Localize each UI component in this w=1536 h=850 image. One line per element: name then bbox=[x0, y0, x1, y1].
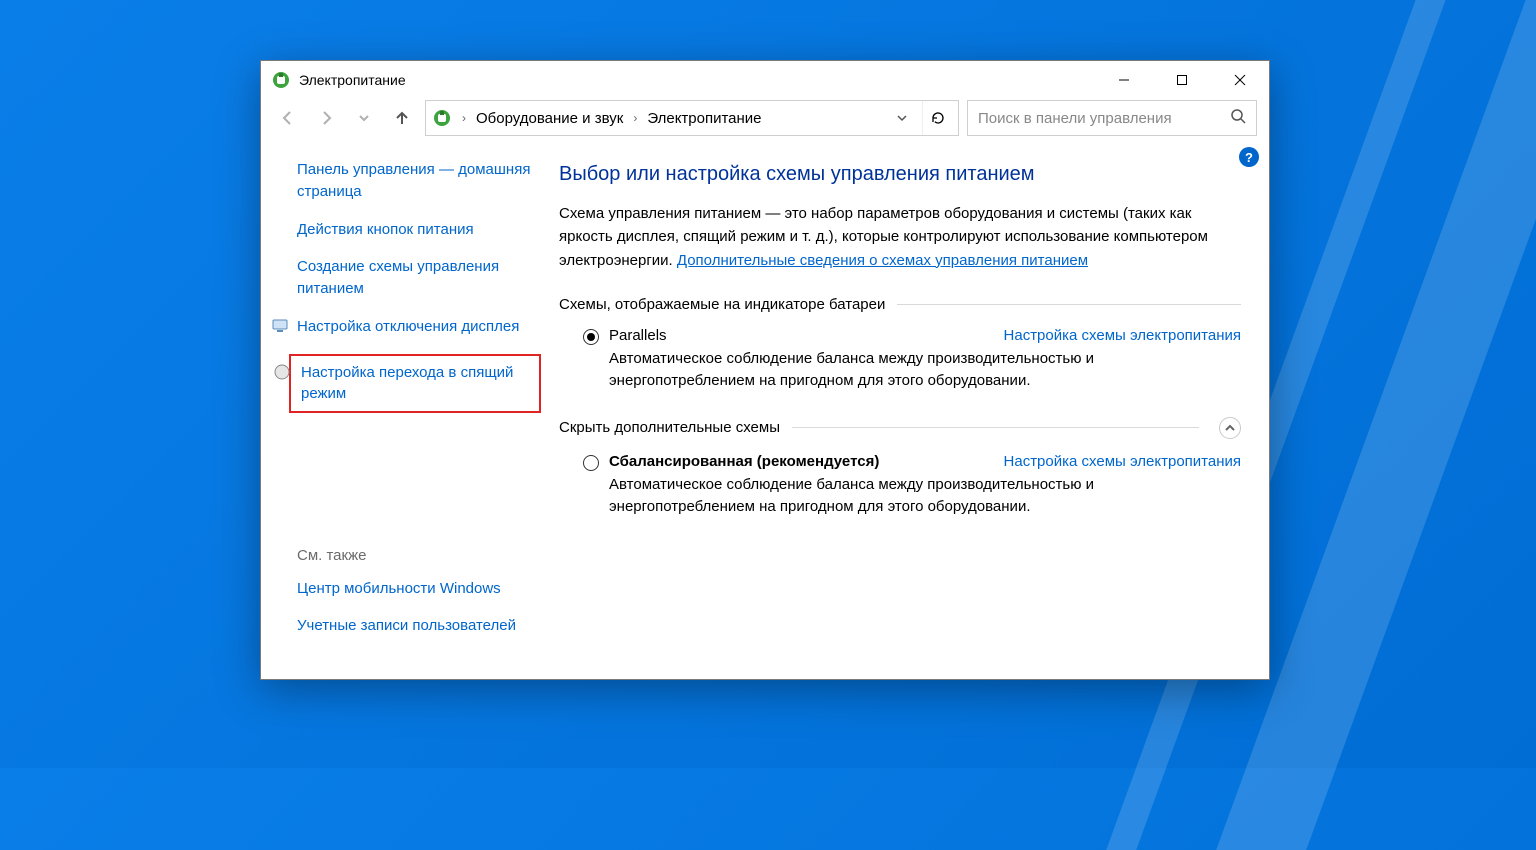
collapse-button[interactable] bbox=[1219, 417, 1241, 439]
page-description: Схема управления питанием — это набор па… bbox=[559, 202, 1241, 272]
moon-icon bbox=[273, 363, 291, 381]
see-also-heading: См. также bbox=[297, 547, 551, 564]
nav-back-button[interactable] bbox=[273, 103, 303, 133]
plan-name: Parallels bbox=[609, 327, 667, 344]
titlebar: Электропитание bbox=[261, 61, 1269, 99]
nav-recent-dropdown[interactable] bbox=[349, 103, 379, 133]
breadcrumb-level2[interactable]: Электропитание bbox=[647, 110, 761, 127]
learn-more-link[interactable]: Дополнительные сведения о схемах управле… bbox=[677, 252, 1088, 269]
window-title: Электропитание bbox=[299, 72, 406, 88]
minimize-button[interactable] bbox=[1095, 61, 1153, 99]
radio-balanced[interactable] bbox=[583, 455, 599, 471]
group-title: Схемы, отображаемые на индикаторе батаре… bbox=[559, 296, 885, 313]
sidebar-see-also-accounts[interactable]: Учетные записи пользователей bbox=[297, 615, 551, 637]
chevron-right-icon[interactable]: › bbox=[462, 111, 466, 125]
monitor-icon bbox=[271, 317, 289, 335]
divider bbox=[897, 304, 1241, 305]
close-button[interactable] bbox=[1211, 61, 1269, 99]
main-content: Выбор или настройка схемы управления пит… bbox=[551, 143, 1269, 679]
navigation-bar: › Оборудование и звук › Электропитание П… bbox=[261, 99, 1269, 143]
sidebar-home-link[interactable]: Панель управления — домашняя страница bbox=[297, 159, 551, 203]
plan-description: Автоматическое соблюдение баланса между … bbox=[609, 474, 1241, 519]
search-icon bbox=[1230, 108, 1246, 128]
sidebar-link-sleep-settings[interactable]: Настройка перехода в спящий режим bbox=[289, 354, 541, 414]
sidebar: Панель управления — домашняя страница Де… bbox=[261, 143, 551, 679]
power-options-icon bbox=[432, 108, 452, 128]
chevron-right-icon[interactable]: › bbox=[633, 111, 637, 125]
search-placeholder: Поиск в панели управления bbox=[978, 110, 1230, 127]
search-input[interactable]: Поиск в панели управления bbox=[967, 100, 1257, 136]
refresh-button[interactable] bbox=[922, 101, 952, 135]
nav-up-button[interactable] bbox=[387, 103, 417, 133]
change-plan-settings-link[interactable]: Настройка схемы электропитания bbox=[1004, 453, 1241, 470]
nav-forward-button[interactable] bbox=[311, 103, 341, 133]
breadcrumb-level1[interactable]: Оборудование и звук bbox=[476, 110, 623, 127]
power-options-icon bbox=[271, 70, 291, 90]
plan-name: Сбалансированная (рекомендуется) bbox=[609, 453, 879, 470]
sidebar-link-display-off[interactable]: Настройка отключения дисплея bbox=[297, 316, 551, 338]
plan-group-battery: Схемы, отображаемые на индикаторе батаре… bbox=[559, 296, 1241, 393]
address-bar[interactable]: › Оборудование и звук › Электропитание bbox=[425, 100, 959, 136]
control-panel-window: Электропитание › Оборудование и звук › Э… bbox=[260, 60, 1270, 680]
radio-parallels[interactable] bbox=[583, 329, 599, 345]
address-dropdown[interactable] bbox=[892, 112, 912, 124]
change-plan-settings-link[interactable]: Настройка схемы электропитания bbox=[1004, 327, 1241, 344]
power-plan-parallels: Parallels Настройка схемы электропитания… bbox=[559, 327, 1241, 393]
plan-description: Автоматическое соблюдение баланса между … bbox=[609, 348, 1241, 393]
power-plan-balanced: Сбалансированная (рекомендуется) Настрой… bbox=[559, 453, 1241, 519]
sidebar-link-label: Настройка перехода в спящий режим bbox=[301, 364, 513, 403]
sidebar-link-label: Настройка отключения дисплея bbox=[297, 318, 519, 335]
group-title[interactable]: Скрыть дополнительные схемы bbox=[559, 419, 780, 436]
window-body: ? Панель управления — домашняя страница … bbox=[261, 143, 1269, 679]
page-heading: Выбор или настройка схемы управления пит… bbox=[559, 163, 1241, 186]
divider bbox=[792, 427, 1199, 428]
sidebar-link-create-plan[interactable]: Создание схемы управления питанием bbox=[297, 256, 551, 300]
plan-group-additional: Скрыть дополнительные схемы Сбалансирова… bbox=[559, 417, 1241, 519]
maximize-button[interactable] bbox=[1153, 61, 1211, 99]
sidebar-see-also-mobility[interactable]: Центр мобильности Windows bbox=[297, 578, 551, 600]
help-button[interactable]: ? bbox=[1239, 147, 1259, 167]
sidebar-link-button-actions[interactable]: Действия кнопок питания bbox=[297, 219, 551, 241]
